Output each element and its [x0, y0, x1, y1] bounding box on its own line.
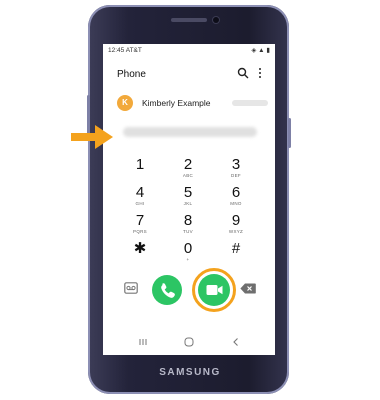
contact-avatar: K: [117, 95, 133, 111]
key-5[interactable]: 5 JKL: [168, 185, 208, 207]
contact-number-redacted: [232, 100, 268, 106]
key-letters: PQRS: [133, 229, 147, 234]
contact-name: Kimberly Example: [142, 98, 211, 108]
key-digit: 1: [135, 156, 145, 173]
status-bar: 12:45 AT&T ◈ ▲ ▮: [103, 44, 275, 57]
key-digit: 6: [231, 184, 241, 201]
key-digit: 4: [135, 184, 145, 201]
key-8[interactable]: 8 TUV: [168, 213, 208, 235]
voicemail-icon[interactable]: [124, 282, 138, 294]
navigation-bar: [103, 332, 275, 352]
app-title: Phone: [117, 69, 146, 80]
key-digit: 3: [231, 156, 241, 173]
key-star[interactable]: ✱: [120, 241, 160, 263]
key-4[interactable]: 4 GHI: [120, 185, 160, 207]
status-time: 12:45 AT&T: [108, 47, 142, 54]
video-camera-icon: [206, 285, 223, 295]
key-digit: 7: [135, 212, 145, 229]
key-hash[interactable]: #: [216, 241, 256, 263]
key-digit: 0: [183, 240, 193, 257]
key-digit: ✱: [133, 240, 147, 257]
key-0[interactable]: 0 +: [168, 241, 208, 263]
key-letters: ABC: [182, 173, 194, 178]
key-digit: 9: [231, 212, 241, 229]
home-icon[interactable]: [184, 337, 194, 347]
search-icon[interactable]: [237, 67, 249, 79]
key-letters: [120, 173, 160, 179]
status-icons: ◈ ▲ ▮: [251, 47, 270, 54]
more-options-icon[interactable]: [257, 67, 263, 79]
video-call-button[interactable]: [198, 274, 230, 306]
suggested-contact[interactable]: K Kimberly Example: [117, 94, 268, 112]
key-3[interactable]: 3 DEF: [216, 157, 256, 179]
dialed-number-field[interactable]: [117, 122, 265, 142]
power-button: [288, 118, 291, 148]
back-icon[interactable]: [231, 337, 241, 347]
key-digit: #: [231, 240, 241, 257]
key-letters: GHI: [135, 201, 145, 206]
earpiece-speaker: [171, 18, 207, 22]
key-letters: WXYZ: [228, 229, 244, 234]
key-letters: JKL: [183, 201, 193, 206]
key-1[interactable]: 1: [120, 157, 160, 179]
key-letters: TUV: [183, 229, 193, 234]
key-letters: +: [186, 257, 190, 262]
key-letters: [120, 257, 160, 263]
key-letters: [216, 257, 256, 263]
key-letters: DEF: [231, 173, 241, 178]
front-camera: [213, 17, 219, 23]
key-2[interactable]: 2 ABC: [168, 157, 208, 179]
key-6[interactable]: 6 MNO: [216, 185, 256, 207]
key-letters: MNO: [230, 201, 242, 206]
voice-call-button[interactable]: [152, 275, 182, 305]
key-digit: 8: [183, 212, 193, 229]
arrow-right-icon: [71, 125, 113, 149]
phone-screen: 12:45 AT&T ◈ ▲ ▮ Phone K Kimberly Exampl…: [103, 44, 275, 355]
device-brand: SAMSUNG: [159, 367, 221, 378]
key-digit: 2: [183, 156, 193, 173]
phone-icon: [161, 283, 175, 298]
key-7[interactable]: 7 PQRS: [120, 213, 160, 235]
recent-apps-icon[interactable]: [138, 337, 148, 347]
key-9[interactable]: 9 WXYZ: [216, 213, 256, 235]
backspace-icon[interactable]: [240, 283, 256, 294]
key-digit: 5: [183, 184, 193, 201]
dialer-actions: [103, 268, 275, 312]
dialed-number-redacted: [123, 127, 257, 137]
